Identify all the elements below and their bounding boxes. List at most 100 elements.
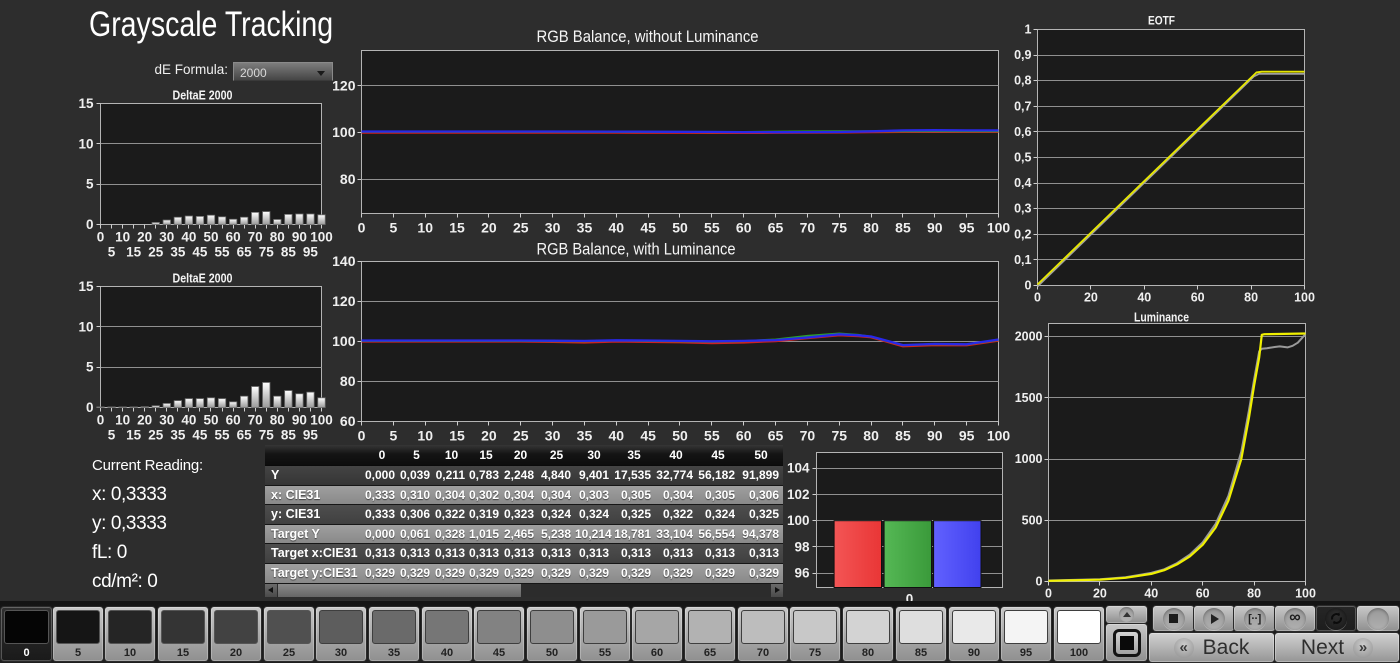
svg-text:65: 65: [237, 245, 253, 260]
svg-text:RGB Balance, without Luminance: RGB Balance, without Luminance: [537, 27, 759, 46]
svg-text:5: 5: [108, 245, 116, 260]
svg-text:85: 85: [281, 428, 297, 443]
svg-text:1: 1: [1025, 23, 1032, 37]
svg-text:0: 0: [86, 400, 94, 415]
svg-text:0,8: 0,8: [1014, 74, 1031, 88]
svg-text:15: 15: [78, 96, 94, 111]
svg-text:0: 0: [1045, 587, 1052, 601]
svg-text:25: 25: [148, 428, 164, 443]
svg-text:1500: 1500: [1015, 391, 1043, 405]
svg-text:20: 20: [1093, 587, 1107, 601]
svg-text:5: 5: [86, 360, 94, 375]
svg-text:RGB Balance, with Luminance: RGB Balance, with Luminance: [537, 240, 736, 259]
svg-text:10: 10: [78, 319, 93, 334]
svg-text:15: 15: [449, 428, 465, 444]
svg-text:80: 80: [270, 413, 285, 428]
svg-text:35: 35: [170, 428, 186, 443]
svg-text:45: 45: [192, 428, 208, 443]
svg-text:0: 0: [97, 230, 105, 245]
svg-text:90: 90: [292, 413, 307, 428]
svg-text:140: 140: [332, 253, 356, 269]
svg-text:0,2: 0,2: [1014, 227, 1031, 241]
svg-text:98: 98: [794, 539, 810, 554]
svg-text:40: 40: [609, 220, 625, 236]
svg-text:25: 25: [148, 245, 164, 260]
svg-text:70: 70: [800, 220, 816, 236]
svg-text:55: 55: [215, 428, 231, 443]
svg-text:50: 50: [672, 220, 688, 236]
svg-text:DeltaE 2000: DeltaE 2000: [173, 271, 233, 286]
svg-text:40: 40: [181, 230, 196, 245]
svg-text:15: 15: [126, 245, 142, 260]
svg-text:0: 0: [358, 220, 366, 236]
svg-text:100: 100: [987, 428, 1011, 444]
svg-text:0,3: 0,3: [1014, 202, 1031, 216]
svg-text:0: 0: [358, 428, 366, 444]
svg-text:0: 0: [97, 413, 105, 428]
svg-text:20: 20: [137, 230, 152, 245]
svg-text:60: 60: [736, 220, 752, 236]
svg-text:35: 35: [170, 245, 186, 260]
svg-text:65: 65: [237, 428, 253, 443]
svg-text:50: 50: [203, 230, 218, 245]
svg-text:1000: 1000: [1015, 452, 1043, 466]
svg-text:95: 95: [959, 220, 975, 236]
svg-text:0,1: 0,1: [1014, 253, 1031, 267]
svg-text:0,7: 0,7: [1014, 99, 1031, 113]
svg-text:70: 70: [248, 413, 263, 428]
svg-text:60: 60: [1191, 291, 1205, 305]
svg-text:0,4: 0,4: [1014, 176, 1031, 190]
svg-text:60: 60: [226, 413, 241, 428]
svg-text:55: 55: [704, 428, 720, 444]
svg-text:120: 120: [332, 293, 356, 309]
svg-text:90: 90: [927, 428, 943, 444]
svg-text:120: 120: [332, 77, 356, 93]
svg-text:95: 95: [303, 245, 319, 260]
svg-text:30: 30: [159, 413, 174, 428]
svg-text:40: 40: [1144, 587, 1158, 601]
svg-text:100: 100: [987, 220, 1011, 236]
svg-text:50: 50: [672, 428, 688, 444]
svg-text:85: 85: [281, 245, 297, 260]
svg-text:35: 35: [577, 220, 593, 236]
svg-text:5: 5: [389, 220, 397, 236]
svg-text:65: 65: [768, 220, 784, 236]
svg-text:65: 65: [768, 428, 784, 444]
svg-text:5: 5: [389, 428, 397, 444]
svg-text:45: 45: [192, 245, 208, 260]
svg-text:0,5: 0,5: [1014, 151, 1031, 165]
svg-text:45: 45: [640, 428, 656, 444]
svg-text:80: 80: [340, 373, 356, 389]
svg-text:0,6: 0,6: [1014, 125, 1031, 139]
svg-text:30: 30: [545, 428, 561, 444]
svg-text:EOTF: EOTF: [1148, 16, 1175, 28]
svg-text:100: 100: [310, 230, 333, 245]
svg-text:20: 20: [481, 428, 497, 444]
svg-text:80: 80: [270, 230, 285, 245]
svg-text:0: 0: [1034, 291, 1041, 305]
svg-text:10: 10: [78, 136, 93, 151]
svg-text:75: 75: [259, 428, 275, 443]
svg-text:55: 55: [704, 220, 720, 236]
svg-text:30: 30: [545, 220, 561, 236]
svg-text:0,9: 0,9: [1014, 48, 1031, 62]
svg-text:85: 85: [895, 428, 911, 444]
svg-text:Luminance: Luminance: [1134, 311, 1189, 325]
svg-text:10: 10: [115, 413, 130, 428]
svg-text:30: 30: [159, 230, 174, 245]
svg-text:95: 95: [303, 428, 319, 443]
svg-text:25: 25: [513, 220, 529, 236]
svg-text:0: 0: [86, 217, 94, 232]
svg-text:0: 0: [1025, 279, 1032, 293]
svg-text:100: 100: [1294, 291, 1315, 305]
svg-text:500: 500: [1022, 513, 1043, 527]
svg-text:45: 45: [640, 220, 656, 236]
svg-text:80: 80: [340, 171, 356, 187]
svg-text:104: 104: [787, 461, 810, 476]
svg-text:55: 55: [215, 245, 231, 260]
svg-text:80: 80: [1244, 291, 1258, 305]
svg-text:100: 100: [332, 124, 356, 140]
svg-text:100: 100: [787, 513, 810, 528]
svg-text:10: 10: [417, 220, 433, 236]
svg-text:70: 70: [800, 428, 816, 444]
